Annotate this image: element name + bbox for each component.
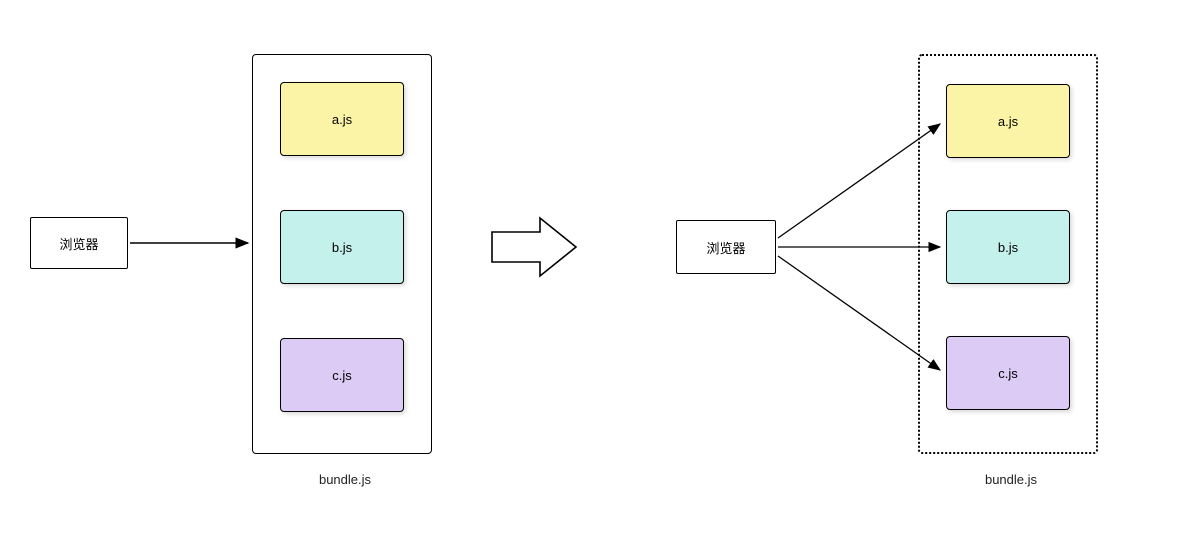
module-c-left-label: c.js: [332, 368, 352, 383]
module-c-left: c.js: [280, 338, 404, 412]
transition-arrow-icon: [492, 218, 576, 276]
module-b-left: b.js: [280, 210, 404, 284]
bundle-label-left: bundle.js: [300, 472, 390, 487]
browser-box-left: 浏览器: [30, 217, 128, 269]
module-a-right: a.js: [946, 84, 1070, 158]
arrow-browser-to-a-right: [778, 124, 940, 238]
browser-label-left: 浏览器: [59, 234, 98, 253]
browser-label-right: 浏览器: [706, 238, 745, 257]
module-c-right: c.js: [946, 336, 1070, 410]
module-a-right-label: a.js: [998, 114, 1018, 129]
module-c-right-label: c.js: [998, 366, 1018, 381]
arrow-browser-to-c-right: [778, 256, 940, 370]
bundle-label-right: bundle.js: [966, 472, 1056, 487]
module-b-right: b.js: [946, 210, 1070, 284]
browser-box-right: 浏览器: [676, 220, 776, 274]
diagram-stage: 浏览器 a.js b.js c.js bundle.js 浏览器 a.js b.…: [0, 0, 1180, 547]
module-b-left-label: b.js: [332, 240, 352, 255]
module-a-left: a.js: [280, 82, 404, 156]
module-b-right-label: b.js: [998, 240, 1018, 255]
module-a-left-label: a.js: [332, 112, 352, 127]
